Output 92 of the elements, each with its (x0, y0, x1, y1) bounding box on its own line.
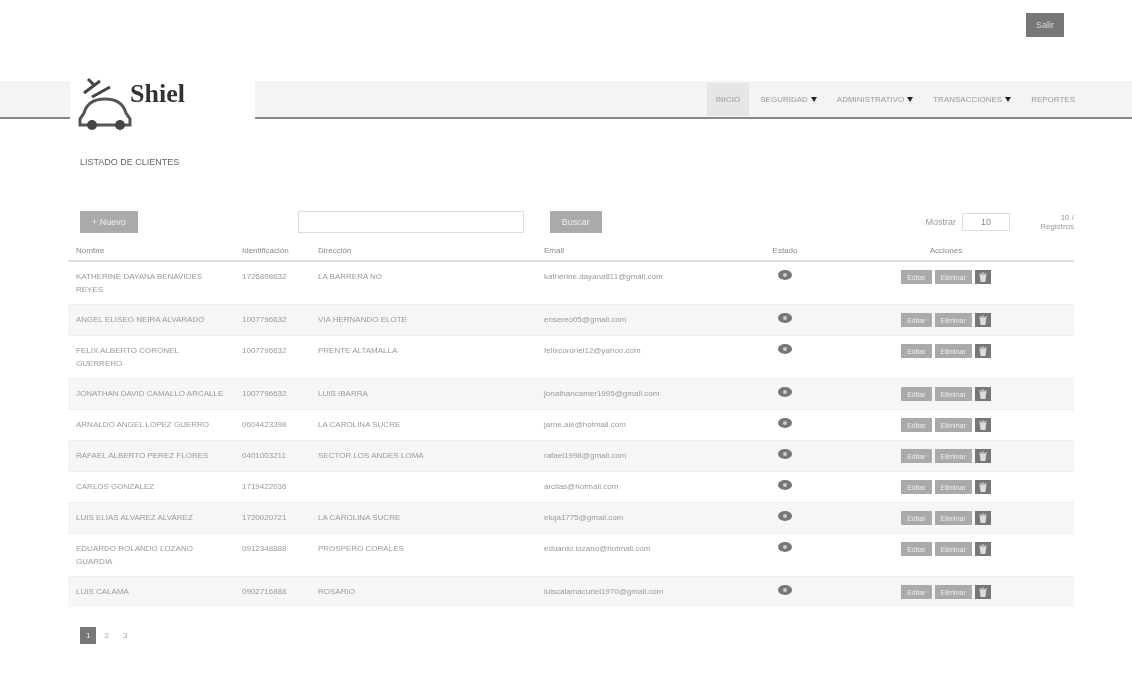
records-label: 10 / Registros (1039, 213, 1074, 231)
trash-icon (977, 315, 988, 325)
table-cell: LUIS IBARRA (318, 389, 368, 398)
trash-button[interactable] (974, 511, 991, 525)
table-cell: ensereo05@gmail.com (544, 315, 627, 324)
table-cell: eluja1775@gmail.com (544, 513, 624, 522)
table-cell: LUIS CALAMA (76, 587, 129, 596)
table-cell: arcilas@hotmail.com (544, 482, 619, 491)
table-cell: felixcoronel12@yahoo.com (544, 346, 641, 355)
trash-button[interactable] (974, 387, 991, 401)
page-button[interactable]: 1 (80, 627, 97, 644)
table-cell: CARLOS GONZALEZ (76, 482, 155, 491)
brand-name: Shiel (130, 79, 185, 109)
table-cell: EDUARDO ROLANDO LOZANO GUARDIA (76, 544, 193, 566)
eye-icon[interactable] (778, 313, 792, 323)
trash-button[interactable] (974, 313, 991, 327)
trash-button[interactable] (974, 480, 991, 494)
table-cell: 1007796632 (242, 346, 287, 355)
table-cell: jonathancamer1995@gmail.com (544, 389, 660, 398)
table-cell: 1720020721 (242, 513, 287, 522)
table-cell: FELIX ALBERTO CORONEL GUERRERO (76, 346, 179, 368)
table-cell: LA BARRERA NO (318, 272, 383, 281)
trash-button[interactable] (974, 418, 991, 432)
table-cell: luiscalamacuriel1970@gmail.com (544, 587, 664, 596)
table-cell: LA CAROLINA SUCRE (318, 513, 401, 522)
table-cell: 1726808632 (242, 272, 287, 281)
column-header: Dirección (318, 246, 352, 255)
search-field[interactable] (297, 211, 524, 233)
trash-button[interactable] (974, 585, 991, 599)
table-cell: katherine.dayana811@gmail.com (544, 272, 663, 281)
table-cell: JONATHAN DAVID CAMALLO ARCALLE (76, 389, 224, 398)
eye-icon[interactable] (778, 585, 792, 595)
eye-icon[interactable] (778, 511, 792, 521)
table-cell: 1719422036 (242, 482, 287, 491)
search-button[interactable]: Buscar (549, 211, 602, 233)
nav-item[interactable]: SEGURIDAD (751, 82, 826, 116)
new-button[interactable]: + Nuevo (80, 211, 138, 233)
nav-item[interactable]: TRANSACCIONES (924, 82, 1021, 116)
trash-icon (977, 272, 988, 282)
column-header: Acciones (929, 246, 963, 255)
eye-icon[interactable] (778, 542, 792, 552)
table-cell: eduardo.lozano@hotmail.com (544, 544, 651, 553)
trash-button[interactable] (974, 449, 991, 463)
column-header: Identificación (242, 246, 289, 255)
table-cell: VIA HERNANDO ELOTE (318, 315, 407, 324)
table-cell: ROSARIO (318, 587, 355, 596)
table-cell: 0912348888 (242, 544, 287, 553)
nav-item[interactable]: REPORTES (1022, 82, 1084, 116)
trash-icon (977, 346, 988, 356)
trash-icon (977, 420, 988, 430)
eye-icon[interactable] (778, 480, 792, 490)
trash-icon (977, 587, 988, 597)
exit-button[interactable]: Salir (1026, 13, 1064, 37)
eye-icon[interactable] (778, 270, 792, 280)
table-cell: jarne.ale@hotmail.com (544, 420, 626, 429)
trash-icon (977, 389, 988, 399)
table-cell: 1007796632 (242, 315, 287, 324)
show-label: Mostrar (925, 217, 956, 227)
table-cell: KATHERINE DAYANA BENAVIDES REYES (76, 272, 203, 294)
table-cell: SECTOR LOS ANDES LOMA (318, 451, 424, 460)
column-header: Email (544, 246, 564, 255)
page-button[interactable]: 3 (116, 627, 134, 644)
trash-icon (977, 513, 988, 523)
table-cell: PRENTE ALTAMALLA (318, 346, 398, 355)
trash-icon (977, 451, 988, 461)
table-cell: rafael1998@gmail.com (544, 451, 627, 460)
table-cell: LA CAROLINA SUCRE (318, 420, 401, 429)
nav-item[interactable]: INICIO (706, 82, 750, 116)
table-cell: 0604423398 (242, 420, 287, 429)
eye-icon[interactable] (778, 418, 792, 428)
table-cell: 0401003211 (242, 451, 286, 460)
trash-button[interactable] (974, 270, 991, 284)
trash-icon (977, 482, 988, 492)
page-size-select[interactable]: 10 (962, 213, 1010, 231)
page-title: LISTADO DE CLIENTES (80, 157, 180, 167)
nav-item[interactable]: ADMINISTRATIVO (827, 82, 923, 116)
table-cell: 1007796632 (242, 389, 287, 398)
page-button[interactable]: 2 (98, 627, 115, 644)
column-header: Estado (772, 246, 798, 255)
table-cell: ANGEL ELISEO NEIRA ALVARADO (76, 315, 205, 324)
trash-icon (977, 544, 988, 554)
table-cell: PROSPERO CORALES (318, 544, 404, 553)
eye-icon[interactable] (778, 449, 792, 459)
trash-button[interactable] (974, 344, 991, 358)
eye-icon[interactable] (778, 344, 792, 354)
table-cell: RAFAEL ALBERTO PEREZ FLORES (76, 451, 209, 460)
column-header: Nombre (76, 246, 105, 255)
trash-button[interactable] (974, 542, 991, 556)
table-cell: 0902716888 (242, 587, 287, 596)
table-cell: LUIS ELIAS ALVAREZ ALVAREZ (76, 513, 193, 522)
eye-icon[interactable] (778, 387, 792, 397)
table-cell: ARNALDO ANGEL LOPEZ GUERRO (76, 420, 210, 429)
